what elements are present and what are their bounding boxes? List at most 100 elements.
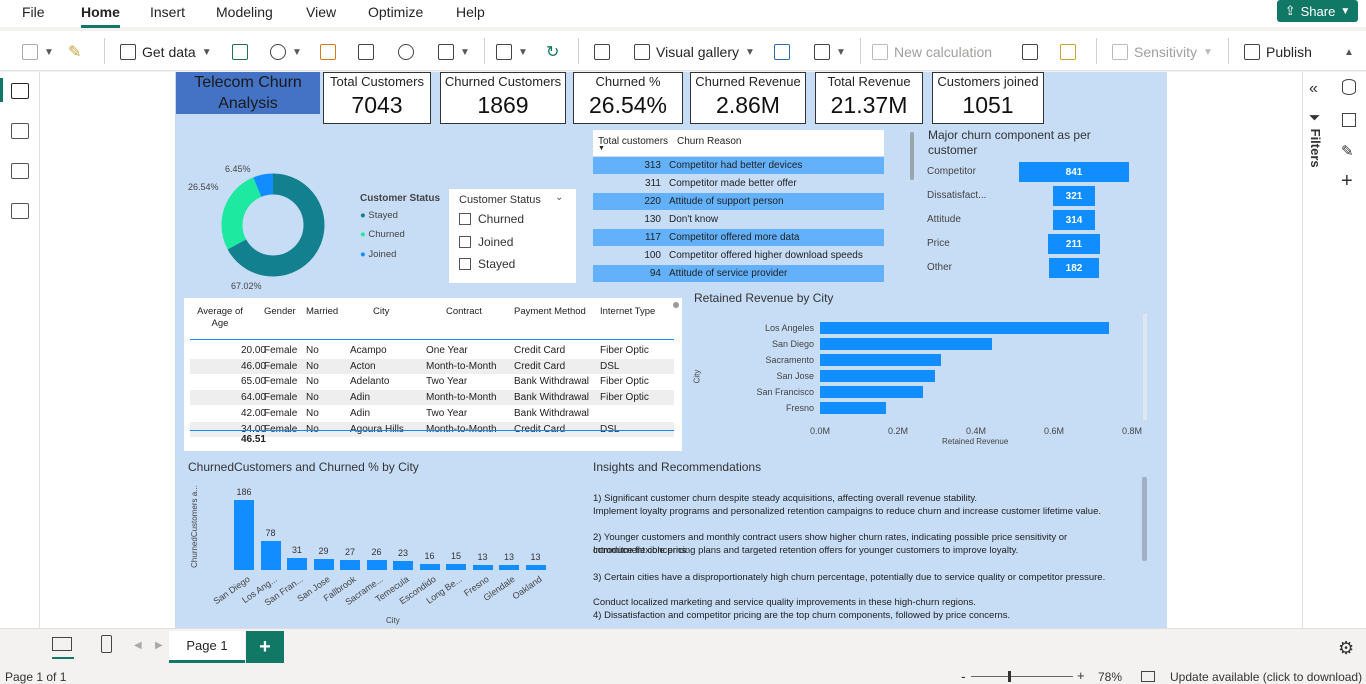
- kpi-card-churned-percent[interactable]: Churned % 26.54%: [573, 72, 683, 124]
- collapse-pane-icon[interactable]: «: [1309, 80, 1318, 98]
- tab-page-1[interactable]: Page 1: [169, 631, 245, 663]
- menu-modeling[interactable]: Modeling: [216, 4, 273, 20]
- column-header[interactable]: Gender: [264, 306, 304, 318]
- zoom-slider[interactable]: [971, 676, 1073, 677]
- table-row[interactable]: 46.00 Female No Acton Month-to-Month Credit C…: [190, 358, 674, 374]
- column-header[interactable]: Married: [306, 306, 346, 318]
- bar[interactable]: [499, 565, 519, 570]
- funnel-bar[interactable]: 841: [1019, 162, 1129, 182]
- text-box-button[interactable]: [774, 41, 790, 63]
- kpi-card-total-revenue[interactable]: Total Revenue 21.37M: [815, 72, 923, 124]
- new-measure-button[interactable]: [1022, 41, 1038, 63]
- funnel-bar[interactable]: 182: [1049, 258, 1099, 278]
- column-header[interactable]: Payment Method: [514, 306, 600, 318]
- menu-view[interactable]: View: [306, 4, 336, 20]
- menu-file[interactable]: File: [22, 4, 45, 20]
- report-view-icon[interactable]: [11, 83, 29, 99]
- kpi-card-total-customers[interactable]: Total Customers 7043: [323, 72, 431, 124]
- table-row[interactable]: 220 Attitude of support person: [593, 193, 884, 210]
- column-header-total-customers[interactable]: Total customers: [598, 136, 668, 147]
- table-row[interactable]: 311 Competitor made better offer: [593, 175, 884, 192]
- add-page-button[interactable]: +: [246, 631, 284, 663]
- get-data-button[interactable]: Get data ▼: [120, 41, 212, 63]
- mobile-layout-icon[interactable]: [101, 635, 112, 653]
- update-available-link[interactable]: Update available (click to download): [1170, 670, 1362, 684]
- enter-data-button[interactable]: [358, 41, 374, 63]
- column-header[interactable]: City: [373, 306, 443, 318]
- new-visual-button[interactable]: [594, 41, 610, 63]
- bar[interactable]: [820, 354, 941, 366]
- slicer-option-joined[interactable]: Joined: [459, 235, 513, 249]
- more-visuals-button[interactable]: ▼: [814, 41, 846, 63]
- table-row[interactable]: 100 Competitor offered higher download sp…: [593, 247, 884, 264]
- column-header[interactable]: Contract: [446, 306, 514, 318]
- sensitivity-button[interactable]: Sensitivity ▼: [1112, 41, 1213, 63]
- dataverse-button[interactable]: [398, 41, 414, 63]
- scrollbar-thumb[interactable]: [910, 132, 914, 180]
- settings-gear-icon[interactable]: ⚙: [1338, 638, 1354, 659]
- kpi-card-churned-customers[interactable]: Churned Customers 1869: [440, 72, 566, 124]
- table-row[interactable]: 42.00 Female No Adin Two Year Bank Withdrawal: [190, 405, 674, 421]
- model-view-icon[interactable]: [11, 163, 29, 179]
- zoom-slider-thumb[interactable]: [1008, 671, 1011, 682]
- bar[interactable]: [446, 564, 466, 570]
- table-row[interactable]: 130 Don't know: [593, 211, 884, 228]
- legend-item-churned[interactable]: ● Churned: [360, 229, 405, 240]
- slicer-option-stayed[interactable]: Stayed: [459, 257, 515, 271]
- sql-button[interactable]: [320, 41, 336, 63]
- menu-optimize[interactable]: Optimize: [368, 4, 423, 20]
- column-header[interactable]: Internet Type: [600, 306, 670, 318]
- slicer-option-churned[interactable]: Churned: [459, 212, 524, 226]
- format-painter-button[interactable]: ✎: [68, 41, 81, 63]
- bar[interactable]: [820, 338, 992, 350]
- column-header-churn-reason[interactable]: Churn Reason: [677, 136, 741, 147]
- bar[interactable]: [366, 560, 387, 570]
- table-row[interactable]: 20.00 Female No Acampo One Year Credit Card Fi…: [190, 343, 674, 358]
- kpi-card-customers-joined[interactable]: Customers joined 1051: [932, 72, 1044, 124]
- zoom-in-icon[interactable]: +: [1077, 668, 1085, 683]
- paste-button[interactable]: ▼: [22, 41, 54, 63]
- excel-button[interactable]: [232, 41, 248, 63]
- bar[interactable]: [419, 563, 440, 570]
- table-row[interactable]: 64.00 Female No Adin Month-to-Month Bank With…: [190, 390, 674, 406]
- add-pane-icon[interactable]: +: [1341, 170, 1353, 193]
- format-pane-icon[interactable]: ✎: [1341, 142, 1354, 160]
- collapse-ribbon-button[interactable]: ▲: [1344, 41, 1354, 63]
- legend-item-stayed[interactable]: ● Stayed: [360, 210, 398, 221]
- legend-item-joined[interactable]: ● Joined: [360, 249, 396, 260]
- scrollbar-thumb[interactable]: [673, 302, 679, 308]
- bar[interactable]: [820, 322, 1109, 334]
- next-page-icon[interactable]: ▶: [155, 640, 163, 651]
- bar[interactable]: [393, 561, 413, 570]
- scrollbar-thumb[interactable]: [1142, 477, 1147, 561]
- column-header[interactable]: Average of Age: [190, 306, 250, 330]
- transform-data-button[interactable]: ▼: [496, 41, 528, 63]
- data-pane-icon[interactable]: [1342, 79, 1356, 95]
- menu-insert[interactable]: Insert: [150, 4, 185, 20]
- onelake-button[interactable]: ▼: [270, 41, 302, 63]
- table-row[interactable]: 65.00 Female No Adelanto Two Year Bank Withdr…: [190, 374, 674, 390]
- menu-home[interactable]: Home: [81, 4, 120, 28]
- bar[interactable]: [472, 565, 493, 570]
- visualizations-pane-icon[interactable]: [1342, 113, 1356, 127]
- table-row[interactable]: 313 Competitor had better devices: [593, 157, 884, 174]
- visual-gallery-button[interactable]: Visual gallery ▼: [634, 41, 755, 63]
- bar[interactable]: [525, 565, 546, 570]
- table-row[interactable]: 117 Competitor offered more data: [593, 229, 884, 246]
- scrollbar[interactable]: [1143, 314, 1147, 420]
- quick-measure-button[interactable]: [1060, 41, 1076, 63]
- funnel-bar[interactable]: 314: [1053, 210, 1095, 230]
- menu-help[interactable]: Help: [456, 4, 485, 20]
- customer-status-donut[interactable]: [215, 167, 335, 287]
- filters-pane-toggle[interactable]: ⏷ Filters: [1308, 112, 1323, 168]
- funnel-bar[interactable]: 321: [1053, 186, 1095, 206]
- bar[interactable]: [820, 386, 924, 398]
- recent-sources-button[interactable]: ▼: [438, 41, 470, 63]
- publish-button[interactable]: Publish: [1244, 41, 1312, 63]
- bar[interactable]: [340, 559, 360, 570]
- bar[interactable]: [234, 500, 254, 570]
- table-view-icon[interactable]: [11, 123, 29, 139]
- zoom-out-icon[interactable]: -: [961, 668, 966, 684]
- refresh-button[interactable]: ↻: [546, 41, 559, 63]
- bar[interactable]: [260, 540, 281, 570]
